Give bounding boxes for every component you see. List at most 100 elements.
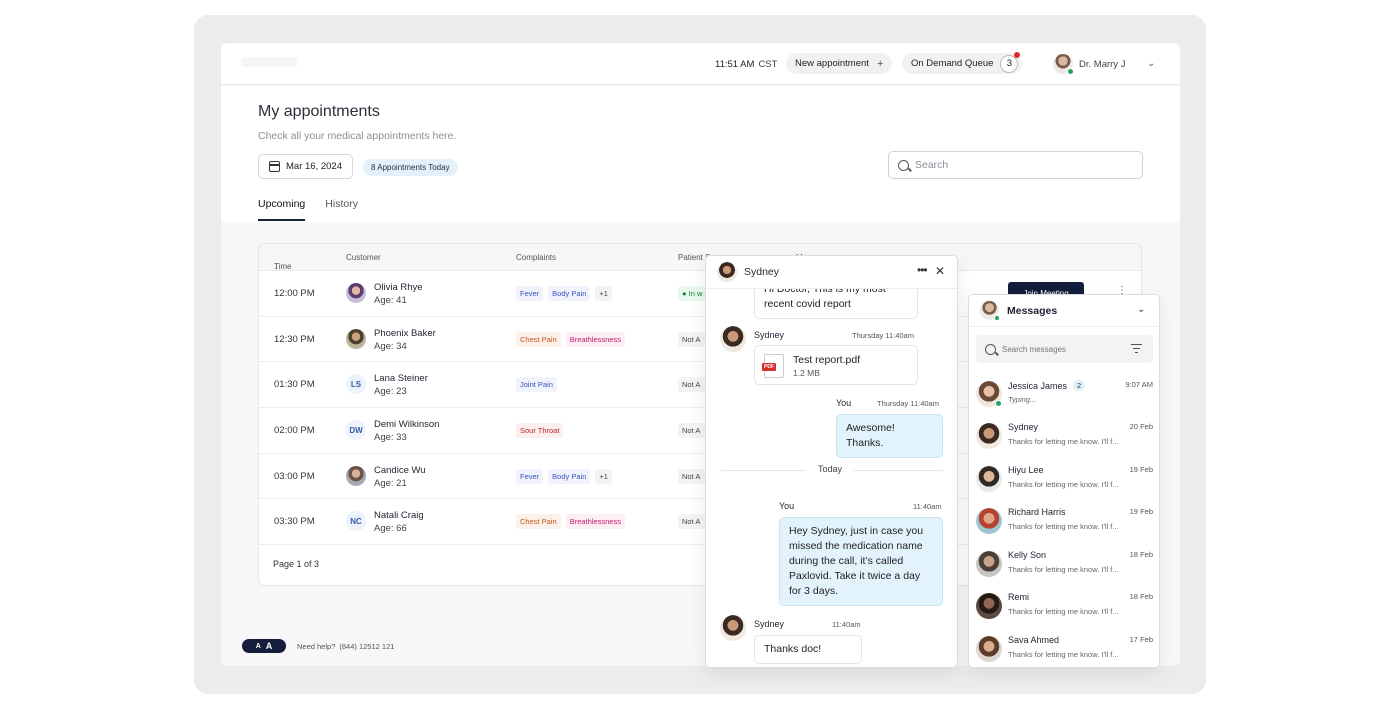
help-phone[interactable]: (844) 12512 121 [339,642,394,651]
doctor-avatar[interactable] [1053,54,1074,75]
customer-age: Age: 23 [374,386,407,398]
status-badge: Not A [678,514,706,530]
conversation-time: 19 Feb [1129,507,1153,516]
complaint-tag: Body Pain [548,468,591,484]
customer-age: Age: 66 [374,523,407,535]
calendar-icon [269,161,280,172]
conversation-time: 9:07 AM [1125,380,1153,389]
conversation-name: Sava Ahmed [1008,635,1060,645]
page-subtitle: Check all your medical appointments here… [258,130,457,142]
conversation-name: Richard Harris [1008,507,1066,517]
complaint-tags: Chest Pain Breathlessness [516,514,625,530]
on-demand-queue-button[interactable]: On Demand Queue 3 [902,51,1023,74]
conversation-item[interactable]: Richard Harris Thanks for letting me kno… [969,503,1159,545]
sender-name: You [779,501,795,511]
conversation-time: 19 Feb [1129,465,1153,474]
customer-age: Age: 21 [374,477,407,489]
row-time: 12:00 PM [274,288,315,299]
conversation-name: Hiyu Lee [1008,465,1044,475]
conversation-time: 20 Feb [1129,422,1153,431]
clock-time: 11:51 AM [715,59,755,70]
avatar-initials: LS [346,374,366,395]
more-tags-badge[interactable]: +1 [595,286,612,301]
customer-age: Age: 34 [374,340,407,352]
avatar [976,381,1002,407]
new-appointment-button[interactable]: New appointment + [786,53,893,74]
doctor-name[interactable]: Dr. Marry J [1079,59,1125,70]
help-label: Need help? [297,641,336,651]
complaint-tag: Breathlessness [565,514,625,530]
avatar [346,465,366,486]
messages-panel: Messages ⌄ Jessica James 2 Typing... 9:07… [968,294,1160,668]
conversation-item[interactable]: Sydney Thanks for letting me know. I'll … [969,418,1159,460]
complaint-tags: Fever Body Pain +1 [516,468,612,484]
conversation-preview: Thanks for letting me know. I'll f... [1008,650,1119,659]
new-appointment-label: New appointment [795,58,869,69]
avatar [976,636,1002,662]
customer-name: Candice Wu [374,464,426,476]
more-options-icon[interactable]: ••• [917,263,928,277]
table-header: Time ↓ Customer Complaints Patient S M [259,244,1141,271]
file-attachment[interactable]: PDF Test report.pdf 1.2 MB [754,345,918,385]
sender-name: Sydney [754,330,785,340]
notification-dot [1014,51,1021,58]
complaint-tags: Joint Pain [516,377,557,393]
messages-search-input[interactable] [1002,344,1122,354]
avatar [976,593,1002,619]
help-text: Need help? (844) 12512 121 [297,642,394,651]
avatar [717,262,737,282]
pdf-file-icon: PDF [762,354,784,378]
messages-search[interactable] [976,335,1153,363]
online-indicator [995,400,1002,407]
status-badge: Not A [678,377,706,393]
close-icon[interactable]: ✕ [935,264,945,278]
avatar [976,466,1002,492]
search-input[interactable] [915,159,1115,171]
conversation-preview: Thanks for letting me know. I'll f... [1008,522,1119,531]
online-indicator [1067,68,1074,75]
pdf-badge: PDF [762,363,776,371]
search-box[interactable] [888,151,1143,179]
complaint-tag: Sour Throat [516,423,564,439]
top-bar: 11:51 AM CST New appointment + On Demand … [221,43,1180,85]
tab-history[interactable]: History [325,198,358,221]
complaint-tag: Body Pain [548,286,591,301]
conversation-name: Jessica James [1008,380,1068,391]
row-time: 03:00 PM [274,470,315,482]
conversation-item[interactable]: Kelly Son Thanks for letting me know. I'… [969,546,1159,588]
filter-icon[interactable] [1131,344,1142,353]
sort-arrow-icon: ↓ [274,262,278,271]
chevron-down-icon[interactable]: ⌄ [1137,304,1145,315]
col-customer: Customer [346,253,381,262]
more-tags-badge[interactable]: +1 [595,468,612,484]
file-name: Test report.pdf [793,354,861,366]
date-divider-label: Today [806,464,855,474]
tab-upcoming[interactable]: Upcoming [258,198,306,221]
status-badge: Not A [678,423,706,439]
date-picker-button[interactable]: Mar 16, 2024 [258,154,353,179]
status-badge: Not A [678,331,706,347]
chat-header: Sydney ••• ✕ [706,256,957,289]
messages-header[interactable]: Messages ⌄ [969,295,1159,327]
row-time: 01:30 PM [274,379,315,391]
status-badge: Not A [678,468,706,484]
plus-icon: + [876,57,884,70]
conversation-item[interactable]: Sava Ahmed Thanks for letting me know. I… [969,631,1159,667]
complaint-tags: Sour Throat [516,423,564,439]
queue-count-badge: 3 [1000,51,1021,73]
complaint-tag: Fever [516,468,544,484]
customer-age: Age: 41 [374,295,407,306]
conversation-preview: Typing... [1008,395,1037,404]
customer-name: Lana Steiner [374,373,428,385]
conversation-item[interactable]: Remi Thanks for letting me know. I'll f.… [969,588,1159,630]
conversation-item[interactable]: Jessica James 2 Typing... 9:07 AM [969,376,1159,418]
conversation-name: Sydney [1008,422,1039,432]
conversation-item[interactable]: Hiyu Lee Thanks for letting me know. I'l… [969,461,1159,503]
chevron-down-icon[interactable]: ⌄ [1147,58,1155,69]
font-size-toggle[interactable]: A A [242,639,286,653]
avatar [346,283,366,303]
messages-title: Messages [1007,305,1058,317]
clock-timezone: CST [758,59,778,70]
avatar [720,615,746,641]
complaint-tag: Chest Pain [516,331,561,347]
